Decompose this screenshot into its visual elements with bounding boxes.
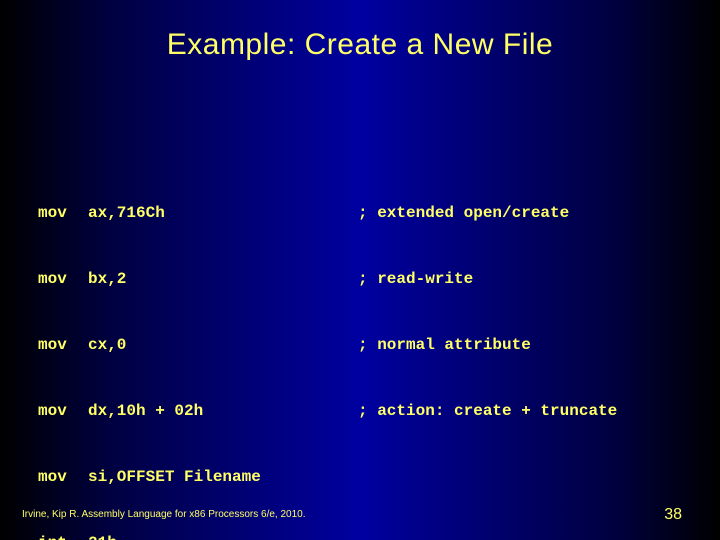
slide: Example: Create a New File movax,716Ch; … [0,0,720,540]
code-op: int [38,532,88,540]
code-op: mov [38,334,88,356]
code-line: int21h [38,532,617,540]
code-comment: ; extended open/create [358,202,569,224]
code-comment: ; read-write [358,268,473,290]
footer-citation: Irvine, Kip R. Assembly Language for x86… [22,509,306,520]
code-line: movsi,OFFSET Filename [38,466,617,488]
page-number: 38 [664,506,682,524]
code-args: dx,10h + 02h [88,400,358,422]
slide-title: Example: Create a New File [0,0,720,62]
code-line: movdx,10h + 02h; action: create + trunca… [38,400,617,422]
code-op: mov [38,268,88,290]
code-op: mov [38,400,88,422]
code-comment: ; action: create + truncate [358,400,617,422]
code-args: 21h [88,532,358,540]
code-args: si,OFFSET Filename [88,466,358,488]
code-args: bx,2 [88,268,358,290]
code-args: cx,0 [88,334,358,356]
code-line: movax,716Ch; extended open/create [38,202,617,224]
code-block: movax,716Ch; extended open/create movbx,… [38,158,617,540]
code-line: movcx,0; normal attribute [38,334,617,356]
code-comment: ; normal attribute [358,334,531,356]
code-op: mov [38,202,88,224]
code-line: movbx,2; read-write [38,268,617,290]
code-op: mov [38,466,88,488]
code-args: ax,716Ch [88,202,358,224]
